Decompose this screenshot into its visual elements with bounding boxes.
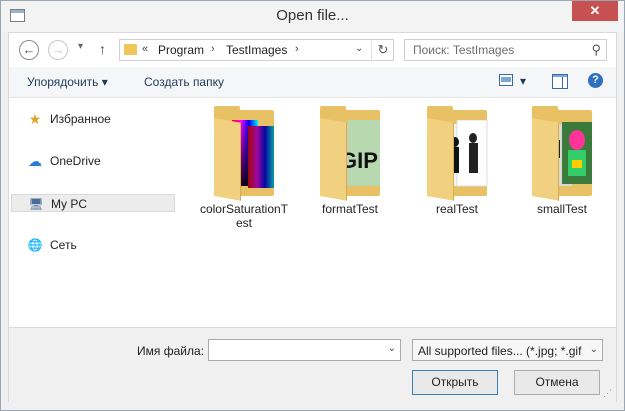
- new-folder-button[interactable]: Создать папку: [144, 75, 224, 89]
- sidebar-item-label: Сеть: [50, 238, 77, 252]
- breadcrumb-testimages[interactable]: TestImages: [226, 43, 287, 57]
- network-icon: 🌐: [27, 238, 43, 252]
- up-button[interactable]: ↑: [99, 41, 106, 57]
- cloud-icon: ☁: [28, 153, 42, 169]
- file-type-value: All supported files... (*.jpg; *.gif: [418, 344, 582, 358]
- folder-icon: [124, 44, 137, 55]
- file-type-dropdown-icon[interactable]: ⌄: [590, 344, 598, 355]
- sidebar-item-favorites[interactable]: ★ Избранное: [11, 110, 175, 128]
- back-button[interactable]: ←: [19, 40, 39, 60]
- folder-item-realtest[interactable]: realTest: [405, 106, 509, 236]
- cancel-button[interactable]: Отмена: [514, 370, 600, 395]
- navigation-pane: ★ Избранное ☁ OneDrive 🖥 My PC 🌐 Сеть: [9, 98, 176, 327]
- view-icon: [499, 74, 513, 86]
- sidebar-item-label: My PC: [51, 197, 87, 211]
- file-name: colorSaturationTest: [199, 202, 289, 230]
- refresh-icon[interactable]: ↻: [371, 41, 394, 59]
- title-bar: Open file... ✕: [1, 1, 624, 32]
- folder-icon: GIP: [314, 106, 386, 201]
- organize-button[interactable]: Упорядочить ▾: [27, 75, 108, 89]
- close-button[interactable]: ✕: [572, 1, 618, 21]
- folder-item-colorsaturationtest[interactable]: colorSaturationTest: [192, 106, 296, 236]
- filename-dropdown-icon[interactable]: ⌄: [388, 343, 396, 354]
- resize-grip-icon[interactable]: ⋰: [603, 388, 612, 399]
- command-toolbar: Упорядочить ▾ Создать папку ▾ ?: [9, 67, 616, 98]
- open-file-dialog: Open file... ✕ ← → ▾ ↑ « Program › TestI…: [0, 0, 625, 411]
- view-dropdown-icon[interactable]: ▾: [520, 74, 526, 88]
- file-name: realTest: [435, 202, 479, 216]
- preview-pane-icon[interactable]: [552, 74, 568, 92]
- view-options-icon[interactable]: [499, 74, 513, 90]
- star-icon: ★: [28, 111, 42, 127]
- breadcrumb-separator[interactable]: ›: [295, 43, 299, 55]
- sidebar-item-onedrive[interactable]: ☁ OneDrive: [11, 152, 175, 170]
- address-bar[interactable]: « Program › TestImages › ⌄ ↻: [119, 39, 394, 61]
- computer-icon: 🖥: [28, 197, 44, 211]
- window-title: Open file...: [276, 7, 349, 24]
- filename-label: Имя файла:: [137, 344, 204, 358]
- file-name: smallTest: [536, 202, 587, 216]
- breadcrumb-separator[interactable]: ›: [211, 43, 215, 55]
- navigation-bar: ← → ▾ ↑ « Program › TestImages › ⌄ ↻ Пои…: [9, 33, 616, 67]
- search-icon[interactable]: ⚲: [591, 42, 601, 58]
- address-dropdown-icon[interactable]: ⌄: [355, 43, 363, 54]
- file-type-select[interactable]: All supported files... (*.jpg; *.gif ⌄: [412, 339, 603, 361]
- search-box[interactable]: Поиск: TestImages ⚲: [404, 39, 607, 61]
- open-button[interactable]: Открыть: [412, 370, 498, 395]
- breadcrumb-overflow[interactable]: «: [142, 43, 148, 55]
- dialog-body: ← → ▾ ↑ « Program › TestImages › ⌄ ↻ Пои…: [8, 32, 617, 402]
- file-name: formatTest: [321, 202, 378, 216]
- sidebar-item-label: OneDrive: [50, 154, 101, 168]
- folder-item-smalltest[interactable]: smallTest: [510, 106, 614, 236]
- file-list: colorSaturationTest GIP formatTest realT…: [180, 98, 616, 327]
- recent-locations-icon[interactable]: ▾: [78, 41, 83, 52]
- folder-icon: [208, 106, 280, 201]
- forward-button[interactable]: →: [48, 40, 68, 60]
- folder-icon: [421, 106, 493, 201]
- folder-item-formattest[interactable]: GIP formatTest: [298, 106, 402, 236]
- filename-field[interactable]: ⌄: [208, 339, 401, 361]
- breadcrumb-program[interactable]: Program: [158, 43, 204, 57]
- help-icon[interactable]: ?: [588, 73, 603, 88]
- folder-icon: [526, 106, 598, 201]
- search-placeholder: Поиск: TestImages: [413, 43, 515, 57]
- dialog-footer: Имя файла: ⌄ All supported files... (*.j…: [9, 327, 616, 402]
- sidebar-item-network[interactable]: 🌐 Сеть: [11, 236, 175, 254]
- sidebar-item-label: Избранное: [50, 112, 111, 126]
- sidebar-item-my-pc[interactable]: 🖥 My PC: [11, 194, 175, 212]
